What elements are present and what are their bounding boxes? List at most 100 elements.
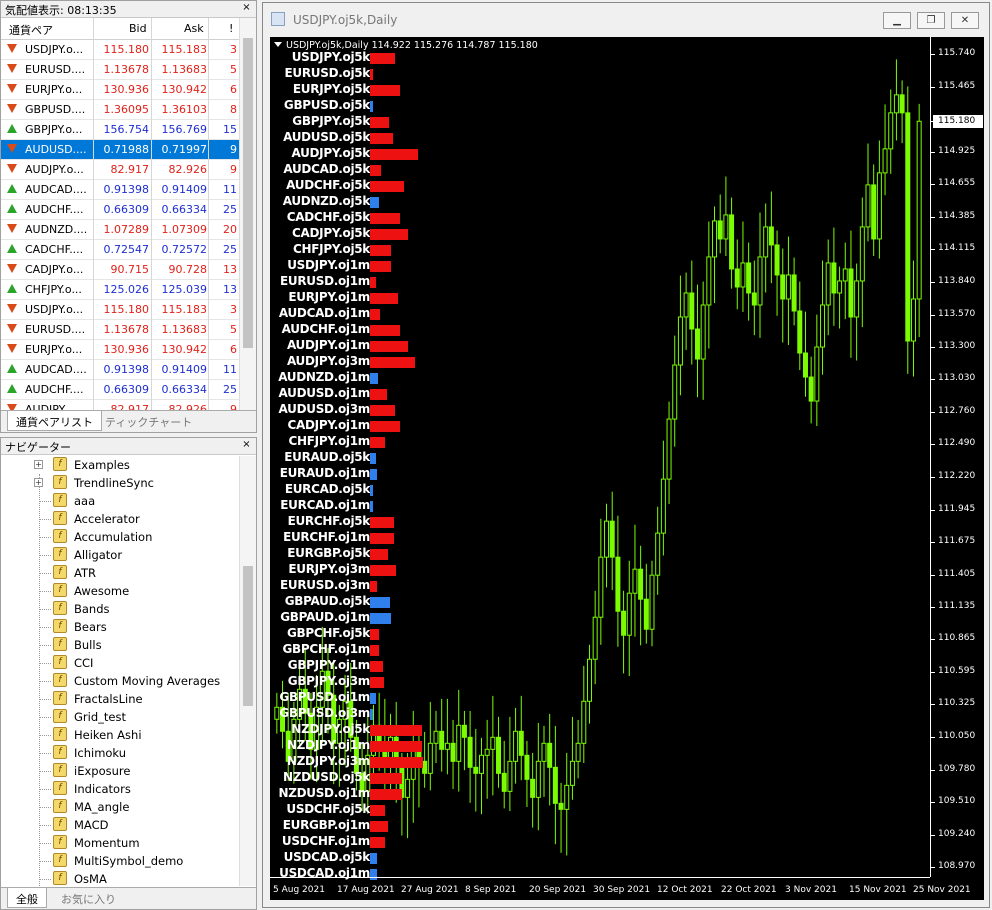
candle (814, 314, 820, 427)
chart-canvas[interactable]: USDJPY.oj5k EURUSD.oj5k EURJPY.oj5k GBPUSD.… (270, 37, 984, 900)
table-row[interactable]: CADCHF.... 0.72547 0.72572 25 (1, 240, 241, 260)
table-row[interactable]: EURUSD.... 1.13678 1.13683 5 (1, 60, 241, 80)
tab-common[interactable]: 全般 (7, 888, 47, 908)
arrow-down-icon (7, 304, 17, 313)
strength-label: USDJPY.oj5k (291, 50, 371, 64)
chart-info-line: USDJPY.oj5k,Daily 114.922 115.276 114.78… (274, 40, 538, 51)
navigator-scrollbar[interactable] (239, 456, 256, 886)
strength-label: GBPCHF.oj1m (282, 642, 370, 656)
strength-bar (370, 357, 415, 368)
table-row[interactable]: USDJPY.o... 115.180 115.183 3 (1, 40, 241, 60)
navigator-item[interactable]: f Awesome (1, 582, 241, 600)
indicator-icon: f (53, 655, 67, 669)
candle (734, 239, 740, 310)
strength-label: USDJPY.oj1m (287, 258, 370, 272)
navigator-item[interactable]: f Ichimoku (1, 744, 241, 762)
close-icon[interactable]: × (240, 2, 253, 15)
minimize-button[interactable]: ▁ (883, 12, 911, 29)
table-row[interactable]: AUDCHF.... 0.66309 0.66334 25 (1, 200, 241, 220)
strength-label: CADJPY.oj1m (287, 418, 371, 432)
bid-price: 82.917 (110, 163, 150, 176)
column-count[interactable]: ! (229, 22, 233, 35)
expand-icon[interactable]: + (34, 460, 43, 469)
tab-favorites[interactable]: お気に入り (53, 888, 124, 908)
bid-price: 0.66309 (103, 203, 150, 216)
table-row[interactable]: AUDJPY.o... 82.917 82.926 9 (1, 160, 241, 180)
column-ask[interactable]: Ask (184, 22, 204, 35)
navigator-item[interactable]: f aaa (1, 492, 241, 510)
candle (746, 242, 752, 321)
symbol-name: GBPUSD.... (25, 103, 86, 116)
navigator-item[interactable]: f CCI (1, 654, 241, 672)
table-row[interactable]: CADJPY.o... 90.715 90.728 13 (1, 260, 241, 280)
column-symbol[interactable]: 通貨ペア (9, 22, 53, 38)
navigator-item[interactable]: f Heiken Ashi (1, 726, 241, 744)
navigator-item[interactable]: f Custom Moving Averages (1, 672, 241, 690)
scroll-thumb[interactable] (243, 38, 253, 348)
navigator-item[interactable]: f Accelerator (1, 510, 241, 528)
navigator-item[interactable]: f Grid_test (1, 708, 241, 726)
navigator-item[interactable]: + f TrendlineSync (1, 474, 241, 492)
table-row[interactable]: AUDNZD.... 1.07289 1.07309 20 (1, 220, 241, 240)
table-row[interactable]: AUDCAD.... 0.91398 0.91409 11 (1, 180, 241, 200)
expand-icon[interactable]: + (34, 478, 43, 487)
indicator-icon: f (53, 691, 67, 705)
navigator-item[interactable]: f Accumulation (1, 528, 241, 546)
column-bid[interactable]: Bid (129, 22, 147, 35)
ask-price: 115.183 (161, 43, 208, 56)
strength-label: AUDUSD.oj1m (278, 386, 371, 400)
table-row[interactable]: EURJPY.o... 130.936 130.942 6 (1, 340, 241, 360)
market-watch-table: USDJPY.o... 115.180 115.183 3 EURUSD.... 1.13… (1, 40, 241, 412)
y-tick-label: 112.490 (938, 438, 976, 449)
table-row[interactable]: GBPJPY.o... 156.754 156.769 15 (1, 120, 241, 140)
indicator-icon: f (53, 799, 67, 813)
table-row[interactable]: USDJPY.o... 115.180 115.183 3 (1, 300, 241, 320)
candle (598, 518, 604, 645)
candle (558, 782, 564, 853)
candle (729, 197, 735, 289)
navigator-item[interactable]: f ATR (1, 564, 241, 582)
table-row[interactable]: EURUSD.... 1.13678 1.13683 5 (1, 320, 241, 340)
restore-button[interactable]: ❐ (917, 12, 945, 29)
navigator-item[interactable]: f FractalsLine (1, 690, 241, 708)
navigator-item[interactable]: f MACD (1, 816, 241, 834)
x-tick-label: 30 Sep 2021 (593, 885, 651, 895)
scroll-thumb[interactable] (243, 566, 253, 706)
symbol-name: AUDJPY.o... (25, 163, 84, 176)
strength-bar (370, 101, 373, 112)
table-row[interactable]: AUDUSD.... 0.71988 0.71997 9 (1, 140, 241, 160)
navigator-item[interactable]: f Bands (1, 600, 241, 618)
close-icon[interactable]: × (240, 439, 253, 452)
tree-connector (39, 699, 51, 700)
strength-bar (370, 693, 376, 704)
table-row[interactable]: AUDCHF.... 0.66309 0.66334 25 (1, 380, 241, 400)
table-row[interactable]: CHFJPY.o... 125.026 125.039 13 (1, 280, 241, 300)
arrow-down-icon (7, 164, 17, 173)
navigator-item[interactable]: f Alligator (1, 546, 241, 564)
close-button[interactable]: ✕ (951, 12, 979, 29)
indicator-icon: f (53, 529, 67, 543)
navigator-tabs: 全般 お気に入り (1, 887, 256, 909)
navigator-item[interactable]: f Bears (1, 618, 241, 636)
navigator-item[interactable]: f Bulls (1, 636, 241, 654)
spread-count: 13 (223, 283, 237, 296)
market-watch-scrollbar[interactable] (239, 18, 256, 412)
table-row[interactable]: AUDCAD.... 0.91398 0.91409 11 (1, 360, 241, 380)
navigator-item[interactable]: f OsMA (1, 870, 241, 886)
table-row[interactable]: EURJPY.o... 130.936 130.942 6 (1, 80, 241, 100)
y-tick-label: 115.740 (938, 48, 976, 58)
candle (842, 242, 848, 320)
y-tick (931, 542, 935, 544)
tree-connector (39, 825, 51, 826)
candle (456, 689, 462, 792)
candle (592, 590, 598, 685)
navigator-item[interactable]: f iExposure (1, 762, 241, 780)
tab-symbols[interactable]: 通貨ペアリスト (7, 411, 102, 431)
tab-tick-chart[interactable]: ティックチャート (97, 411, 200, 431)
navigator-item[interactable]: + f Examples (1, 456, 241, 474)
navigator-item[interactable]: f Momentum (1, 834, 241, 852)
table-row[interactable]: GBPUSD.... 1.36095 1.36103 8 (1, 100, 241, 120)
navigator-item[interactable]: f MultiSymbol_demo (1, 852, 241, 870)
navigator-item[interactable]: f MA_angle (1, 798, 241, 816)
navigator-item[interactable]: f Indicators (1, 780, 241, 798)
